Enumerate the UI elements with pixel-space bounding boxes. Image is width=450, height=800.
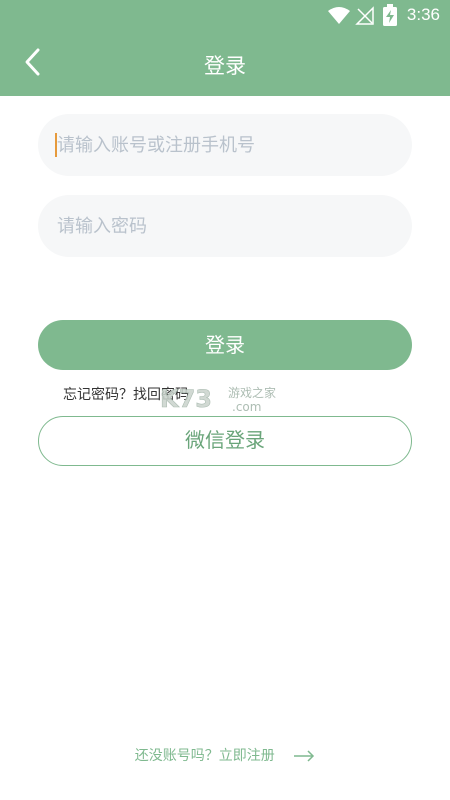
wechat-login-button[interactable]: 微信登录 <box>38 416 412 466</box>
account-field[interactable] <box>38 114 412 176</box>
battery-charging-icon <box>383 4 397 26</box>
svg-text:游戏之家: 游戏之家 <box>228 385 276 400</box>
register-link[interactable]: 还没账号吗？立即注册 <box>0 745 450 765</box>
page-title: 登录 <box>204 54 246 78</box>
wifi-icon <box>328 7 350 24</box>
status-time: 3:36 <box>406 5 440 24</box>
forgot-password-label: 忘记密码？ <box>63 387 133 403</box>
login-button[interactable]: 登录 <box>38 320 412 370</box>
svg-text:.com: .com <box>232 400 261 414</box>
register-text[interactable]: 还没账号吗？立即注册 <box>135 748 275 764</box>
password-input[interactable] <box>38 195 412 257</box>
text-caret <box>55 133 57 157</box>
status-bar: 3:36 <box>0 0 450 32</box>
k73-watermark-logo: K73 游戏之家 .com <box>160 385 276 414</box>
password-field[interactable] <box>38 195 412 257</box>
app-header: 3:36 登录 <box>0 0 450 96</box>
no-signal-icon <box>355 6 374 25</box>
account-input[interactable] <box>38 114 412 176</box>
svg-text:K73: K73 <box>160 385 212 413</box>
arrow-right-icon <box>294 750 315 762</box>
